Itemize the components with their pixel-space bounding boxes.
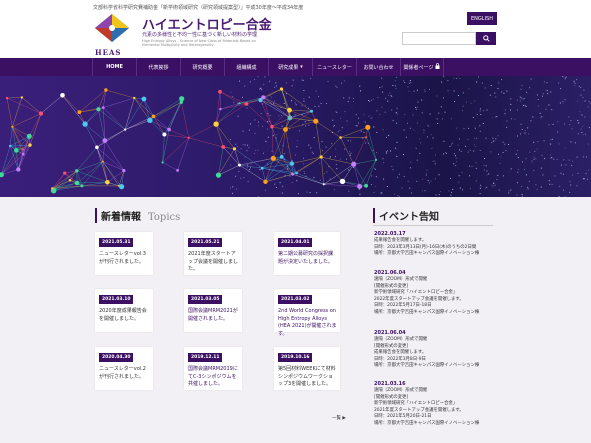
- topic-card[interactable]: 2021.03.10 2020年度成果報告会を開催しました。: [95, 289, 153, 332]
- logo-wordmark: HEAS: [95, 48, 122, 57]
- nav-item-label: 代表挨拶: [148, 64, 169, 71]
- event-line: 場所：京都大学吉田キャンパス国際イノベーション棟: [374, 363, 480, 368]
- nav-item-label: ニュースレター: [317, 64, 352, 71]
- nav-item-label: HOME: [106, 64, 123, 70]
- topic-card[interactable]: 2021.05.31 ニュースレターvol.3が刊行されました。: [95, 232, 153, 275]
- topic-card[interactable]: 2019.12.11 国際会議MRM2019にてC-3シンポジウムを共催しました。: [184, 347, 242, 390]
- topic-date-badge: 2021.03.02: [278, 295, 313, 304]
- grant-notice: 文部科学省科学研究費補助金「新学術領域研究（研究領域提案型）」平成30年度〜平成…: [93, 5, 304, 11]
- topics-title-en: Topics: [148, 212, 181, 223]
- event-date[interactable]: 2021.06.04: [374, 329, 479, 337]
- topic-text[interactable]: 第二期公募研究の採択課題が決定いたしました。: [278, 251, 337, 266]
- nav-item-label: 研究概要: [192, 64, 213, 71]
- topic-date-badge: 2021.03.05: [188, 295, 223, 304]
- topic-text: ニュースレターvol.3が刊行されました。: [99, 251, 146, 265]
- topic-date-badge: 2021.05.21: [188, 238, 223, 247]
- nav-item-1[interactable]: 代表挨拶: [136, 58, 180, 76]
- nav-item-6[interactable]: お問い合わせ: [356, 58, 400, 76]
- site-subtitle: 元素の多様性と不均一性に基づく新しい材料の学理: [142, 32, 258, 38]
- topic-card[interactable]: 2021.05.21 2021年度スタートアップ会議を開催しました。: [184, 232, 242, 275]
- topic-card[interactable]: 2021.03.02 2nd World Congress on High Ent…: [274, 289, 340, 337]
- event-line: 場所：京都大学吉田キャンパス国際イノベーション棟: [374, 420, 480, 426]
- topic-card[interactable]: 2021.04.01 第二期公募研究の採択課題が決定いたしました。: [274, 232, 340, 275]
- nav-item-label: 組織構成: [236, 64, 257, 71]
- event-item: 2022.03.17 成果報告会を開催します。 日時：2023年3月13日(月)-1…: [374, 230, 479, 258]
- event-date[interactable]: 2021.06.04: [374, 269, 479, 277]
- site-subtitle-en-2: Elemental Multiplicity and Heterogeneity: [142, 43, 214, 47]
- search-icon: [482, 35, 490, 42]
- network-visualization-image: [0, 76, 591, 197]
- event-line: 場所：京都大学吉田キャンパス国際イノベーション棟: [374, 251, 480, 256]
- hero-banner: [0, 76, 591, 197]
- nav-item-4[interactable]: 研究成果 ▾: [268, 58, 312, 76]
- event-item: 2021.06.04 遠隔（ZOOM）形式で開催 [開催形式の変更] 成果報告会を開催…: [374, 329, 479, 370]
- nav-item-0[interactable]: HOME: [92, 58, 136, 76]
- topics-title: 新着情報: [101, 212, 141, 223]
- events-title: イベント告知: [373, 208, 439, 223]
- nav-item-5[interactable]: ニュースレター: [312, 58, 356, 76]
- site-header: 文部科学省科学研究費補助金「新学術領域研究（研究領域提案型）」平成30年度〜平成…: [0, 0, 591, 58]
- topic-card[interactable]: 2020.04.30 ニュースレターvol.2が刊行されました。: [95, 347, 153, 390]
- caret-down-icon: ▾: [300, 64, 303, 70]
- topics-more-link[interactable]: 一覧 ▶: [332, 415, 346, 421]
- nav-item-3[interactable]: 組織構成: [224, 58, 268, 76]
- topics-heading: 新着情報 Topics: [95, 208, 180, 223]
- topic-text: ニュースレターvol.2が刊行されました。: [99, 366, 146, 380]
- topic-card[interactable]: 2021.03.05 国際会議MRM2021が開催されました。: [184, 289, 242, 332]
- topic-date-badge: 2021.05.31: [99, 238, 134, 247]
- nav-item-7[interactable]: 関係者ページ: [400, 58, 444, 76]
- event-item: 2021.03.16 遠隔（ZOOM）形式で開催 [開催形式の変更] 新学術領域研究「…: [374, 380, 479, 427]
- topic-date-badge: 2021.03.10: [99, 295, 134, 304]
- main-nav: HOME 代表挨拶 研究概要 組織構成 研究成果 ▾ ニュースレター お問い合わせ 関係者ページ: [0, 58, 591, 76]
- event-date[interactable]: 2021.03.16: [374, 380, 479, 388]
- lock-icon: [435, 63, 440, 71]
- event-line: 場所：京都大学吉田キャンパス国際イノベーション棟: [374, 309, 480, 315]
- nav-item-label: お問い合わせ: [363, 64, 394, 71]
- topic-text[interactable]: 2nd World Congress on High Entropy Alloy…: [278, 308, 337, 338]
- topic-date-badge: 2021.04.01: [278, 238, 313, 247]
- events-divider: [373, 225, 493, 226]
- event-item: 2021.06.04 遠隔（ZOOM）形式で開催 [開催形式の変更] 新学術領域研究「…: [374, 269, 479, 316]
- topic-date-badge: 2020.04.30: [99, 353, 134, 362]
- topic-text: 第5回材料WEEKにて材料シンポジウムワークショップ3を開催しました。: [278, 366, 336, 388]
- topic-text[interactable]: 国際会議MRM2019にてC-3シンポジウムを共催しました。: [188, 366, 239, 389]
- english-button[interactable]: ENGLISH: [467, 12, 497, 25]
- topic-date-badge: 2019.12.11: [188, 353, 223, 362]
- nav-item-label: 研究成果: [278, 64, 299, 71]
- event-date[interactable]: 2022.03.17: [374, 230, 479, 238]
- topic-text: 2020年度成果報告会を開催しました。: [99, 308, 147, 322]
- nav-item-2[interactable]: 研究概要: [180, 58, 224, 76]
- topic-text[interactable]: 国際会議MRM2021が開催されました。: [188, 308, 239, 323]
- nav-item-label: 関係者ページ: [403, 64, 434, 71]
- topic-card[interactable]: 2019.10.16 第5回材料WEEKにて材料シンポジウムワークショップ3を開催…: [274, 347, 340, 390]
- topic-date-badge: 2019.10.16: [278, 353, 313, 362]
- search-input[interactable]: [402, 32, 476, 45]
- search-button[interactable]: [476, 32, 496, 45]
- topic-text: 2021年度スタートアップ会議を開催しました。: [188, 251, 239, 273]
